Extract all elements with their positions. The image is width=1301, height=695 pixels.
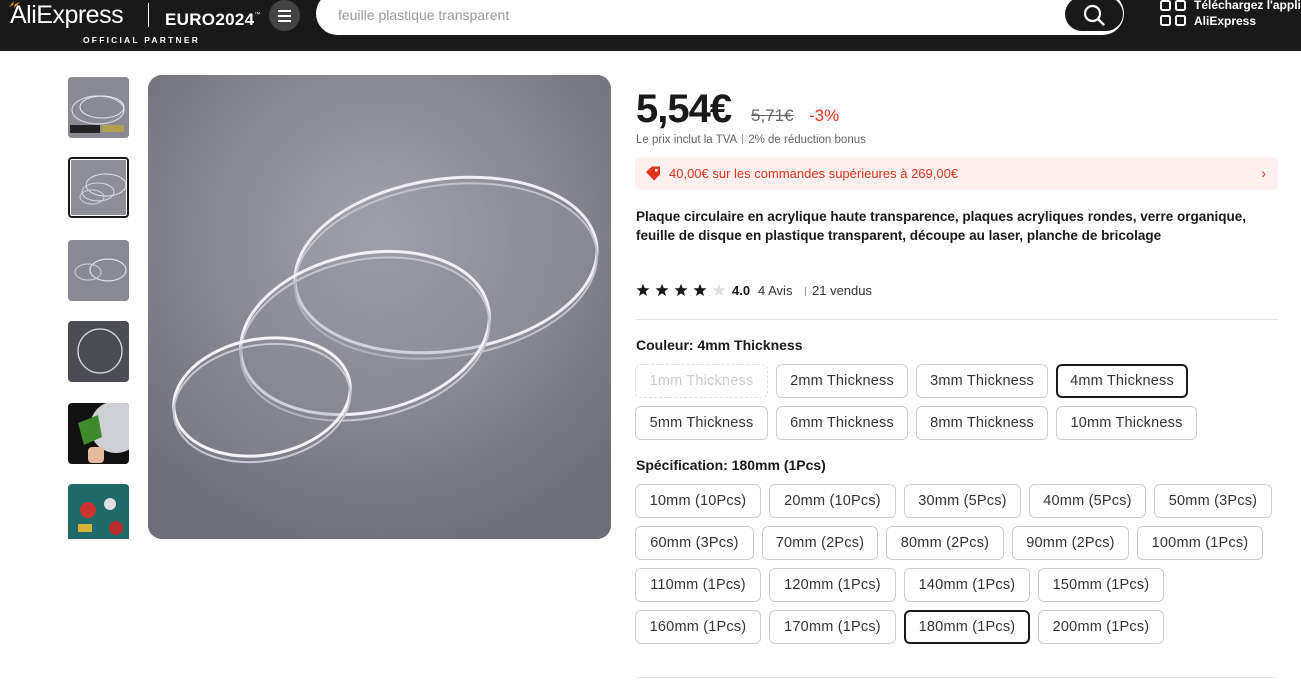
promo-banner[interactable]: 40,00€ sur les commandes supérieures à 2… [635,157,1278,190]
download-app-link[interactable]: Téléchargez l'applica AliExpress [1194,0,1301,29]
thumbnail-2-image [70,159,127,216]
price-notes: Le prix inclut la TVA 2% de réduction bon… [636,133,866,147]
promo-text: 40,00€ sur les commandes supérieures à 2… [669,166,959,181]
logo-flash-icon [9,1,20,8]
color-option[interactable]: 2mm Thickness [776,364,908,398]
color-option[interactable]: 4mm Thickness [1056,364,1188,398]
spec-option[interactable]: 10mm (10Pcs) [635,484,761,518]
sold-count: 21 vendus [812,283,872,298]
star-icon [693,283,707,296]
search-input[interactable] [338,3,1038,27]
spec-option[interactable]: 140mm (1Pcs) [904,568,1030,602]
spec-option[interactable]: 60mm (3Pcs) [635,526,754,560]
star-icon [674,283,688,296]
note-separator [742,134,744,144]
thumbnail-1[interactable] [68,77,129,138]
spec-option[interactable]: 110mm (1Pcs) [635,568,761,602]
thumbnail-1-image [68,77,129,138]
spec-option[interactable]: 200mm (1Pcs) [1038,610,1164,644]
thumbnail-4-image [68,321,129,382]
thumbnail-gallery [67,77,131,539]
tva-note: Le prix inclut la TVA [636,134,738,146]
search-button[interactable] [1065,0,1123,31]
spec-option[interactable]: 160mm (1Pcs) [635,610,761,644]
acrylic-discs-illustration [148,75,611,539]
spec-option[interactable]: 40mm (5Pcs) [1029,484,1146,518]
official-partner-label: OFFICIAL PARTNER [83,35,201,45]
spec-option[interactable]: 180mm (1Pcs) [904,610,1030,644]
aliexpress-logo[interactable]: AliExpress [9,0,124,30]
spec-option[interactable]: 30mm (5Pcs) [904,484,1021,518]
thumbnail-4[interactable] [68,321,129,382]
main-product-image[interactable] [148,75,611,539]
spec-option[interactable]: 120mm (1Pcs) [769,568,896,602]
thumbnail-5[interactable] [68,403,129,464]
bonus-note: 2% de réduction bonus [748,134,866,146]
reviews-link[interactable]: 4 Avis [758,282,792,299]
menu-icon [278,10,291,12]
coupon-tag-icon [646,166,660,181]
spec-option[interactable]: 170mm (1Pcs) [769,610,896,644]
qr-code-icon[interactable] [1160,0,1186,26]
color-option: 1mm Thickness [635,364,768,398]
spec-label: Spécification: 180mm (1Pcs) [636,457,826,473]
search-icon [1083,4,1105,26]
menu-icon-bar [278,15,291,17]
current-price: 5,54€ [636,87,732,131]
spec-option[interactable]: 50mm (3Pcs) [1154,484,1272,518]
divider-bottom [636,677,1278,678]
color-option[interactable]: 5mm Thickness [635,406,768,440]
product-title: Plaque circulaire en acrylique haute tra… [636,209,1246,243]
discount-percent: -3% [809,106,840,125]
top-header: AliExpress OFFICIAL PARTNER EURO2024™ Té… [0,0,1301,51]
spec-option[interactable]: 100mm (1Pcs) [1137,526,1263,560]
color-option[interactable]: 10mm Thickness [1056,406,1197,440]
spec-option[interactable]: 70mm (2Pcs) [762,526,878,560]
download-app-line2: AliExpress [1194,14,1257,28]
euro2024-badge: EURO2024™ [165,3,261,32]
spec-option[interactable]: 20mm (10Pcs) [769,484,896,518]
original-price: 5,71€ [751,106,794,125]
menu-button[interactable] [269,0,300,31]
search-bar [316,0,1124,35]
logo-text: AliExpress [10,1,124,29]
menu-icon-bar [278,20,291,22]
download-app-line1: Téléchargez l'applica [1194,0,1301,12]
spec-option[interactable]: 80mm (2Pcs) [886,526,1004,560]
euro-trademark: ™ [254,12,261,18]
spec-option[interactable]: 150mm (1Pcs) [1038,568,1164,602]
thumbnail-3[interactable] [68,240,129,301]
chevron-right-icon: › [1261,165,1266,181]
color-option[interactable]: 6mm Thickness [776,406,908,440]
color-option[interactable]: 3mm Thickness [916,364,1048,398]
divider-top [636,319,1278,320]
spec-option[interactable]: 90mm (2Pcs) [1012,526,1129,560]
euro2024-text: EURO2024 [165,10,255,29]
thumbnail-2[interactable] [68,157,129,218]
color-option[interactable]: 8mm Thickness [916,406,1048,440]
star-icon [712,283,726,296]
star-icon [655,283,669,296]
thumbnail-5-image [68,403,129,464]
thumbnail-6[interactable] [68,484,129,539]
star-icon [636,283,650,296]
thumbnail-6-image [68,484,129,539]
star-rating [636,283,726,296]
rating-separator [805,287,806,296]
color-label: Couleur: 4mm Thickness [636,337,803,353]
rating-score: 4.0 [732,283,751,298]
header-divider [148,3,149,27]
thumbnail-3-image [68,240,129,301]
